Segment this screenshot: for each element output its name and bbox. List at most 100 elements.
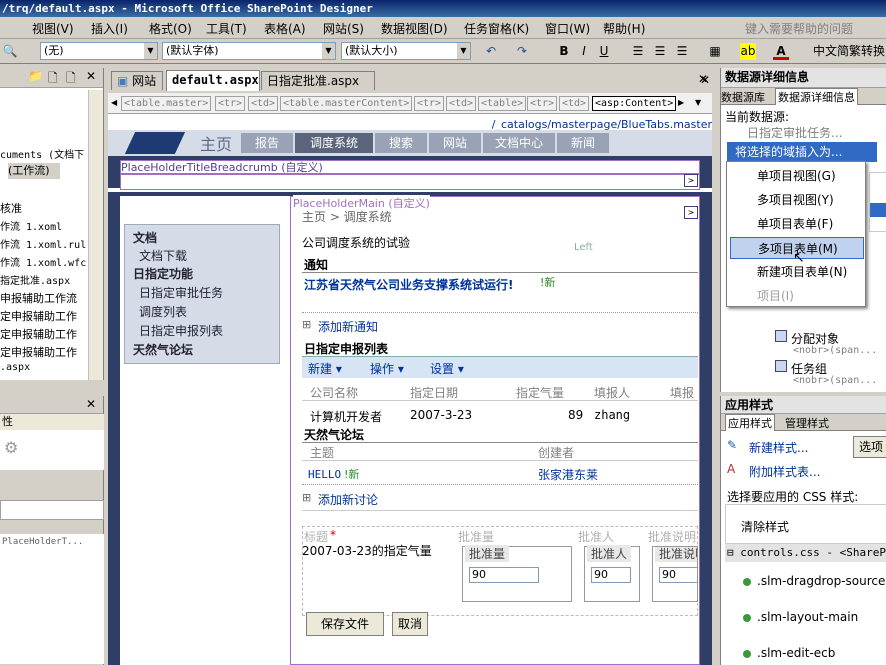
property-value[interactable]: PlaceHolderT... (2, 537, 83, 547)
tag-crumb[interactable]: <td> (446, 96, 477, 111)
property-icon[interactable]: ⚙ (4, 438, 18, 457)
chevron-right-icon[interactable]: > (684, 206, 698, 219)
menu-help[interactable]: 帮助(H) (603, 20, 645, 37)
tag-crumb[interactable]: <tr> (215, 96, 246, 111)
nav-tab-sites[interactable]: 网站 (429, 133, 481, 153)
column-header[interactable]: 填报人 (594, 384, 630, 401)
font-color-icon[interactable]: A (773, 43, 789, 60)
forum-author[interactable]: 张家港东莱 (538, 466, 598, 483)
menu-data-view[interactable]: 数据视图(D) (381, 20, 448, 37)
tree-item[interactable]: 定申报辅助工作 (0, 326, 77, 342)
align-right-icon[interactable]: ☰ (674, 43, 690, 60)
site-home-link[interactable]: 主页 (200, 131, 232, 155)
nav-tab-news[interactable]: 新闻 (557, 133, 609, 153)
settings-menu[interactable]: 设置 ▾ (430, 360, 464, 377)
tab-default-aspx[interactable]: default.aspx (166, 70, 260, 91)
ql-func-header[interactable]: 日指定功能 (133, 265, 193, 282)
menu-view[interactable]: 视图(V) (32, 20, 74, 37)
highlight-icon[interactable]: ab (740, 43, 756, 60)
add-icon[interactable]: ⊞ (302, 491, 311, 504)
ime-convert-button[interactable]: 中文简繁转换 (813, 43, 886, 60)
scroll-left-icon[interactable]: ◀ (111, 98, 117, 107)
tag-crumb-selected[interactable]: <asp:Content> (592, 96, 677, 111)
ql-func-item[interactable]: 日指定申报列表 (139, 322, 223, 339)
ql-docs-item[interactable]: 文档下载 (139, 247, 187, 264)
clear-style-item[interactable]: 清除样式 (741, 518, 789, 535)
current-source-value[interactable]: 日指定审批任务... (747, 124, 842, 141)
new-menu[interactable]: 新建 ▾ (308, 360, 342, 377)
property-field[interactable] (0, 500, 104, 520)
scroll-right-icon[interactable]: ▶ (678, 98, 684, 107)
menu-window[interactable]: 窗口(W) (545, 20, 590, 37)
table-cell[interactable]: 计算机开发者 (310, 408, 382, 425)
breadcrumb-placeholder[interactable]: PlaceHolderTitleBreadcrumb (自定义) (120, 160, 700, 174)
save-button[interactable]: 保存文件 (306, 612, 384, 636)
font-combo[interactable]: (默认字体) ▼ (162, 42, 336, 60)
menu-task-panes[interactable]: 任务窗格(K) (464, 20, 529, 37)
tab-approval-aspx[interactable]: 日指定批准.aspx (261, 71, 375, 90)
column-header[interactable]: 指定日期 (410, 384, 458, 401)
menu-insert[interactable]: 插入(I) (91, 20, 128, 37)
tree-item[interactable]: 申报辅助工作流 (0, 290, 77, 306)
page-icon[interactable]: 🗋 (48, 69, 58, 90)
style-combo[interactable]: (无) ▼ (40, 42, 158, 60)
approval-note-input[interactable]: 90 (659, 567, 697, 583)
page-breadcrumb[interactable]: 主页 > 调度系统 (302, 208, 392, 225)
tab-website[interactable]: ▣ 网站 (111, 71, 163, 90)
tree-item[interactable]: (工作流) (8, 163, 60, 179)
tree-item[interactable]: .aspx (0, 362, 30, 373)
help-search-box[interactable]: 键入需要帮助的问题 (745, 20, 853, 37)
menu-table[interactable]: 表格(A) (264, 20, 306, 37)
column-header[interactable]: 指定气量 (516, 384, 564, 401)
tree-item[interactable]: cuments (文档下 (0, 146, 84, 161)
menu-format[interactable]: 格式(O) (149, 20, 192, 37)
cancel-button[interactable]: 取消 (392, 612, 428, 636)
approver-input[interactable]: 90 (591, 567, 631, 583)
tab-data-source-details[interactable]: 数据源详细信息 (775, 88, 858, 105)
ql-forum-header[interactable]: 天然气论坛 (133, 341, 193, 358)
add-icon[interactable]: ⊞ (302, 318, 311, 331)
close-icon[interactable]: ✕ (86, 69, 96, 83)
tab-manage-styles[interactable]: 管理样式 (785, 415, 829, 431)
bold-button[interactable]: B (556, 43, 572, 60)
properties-tab[interactable]: 性 (0, 414, 104, 430)
nav-tab-search[interactable]: 搜索 (375, 133, 427, 153)
style-item[interactable]: .slm-edit-ecb (743, 646, 835, 660)
tree-item[interactable]: 指定批准.aspx (0, 272, 70, 287)
new-style-link[interactable]: 新建样式... (749, 439, 808, 456)
close-icon[interactable]: ✕ (86, 397, 96, 411)
menu-item-single-item-view[interactable]: 单项目视图(G) (730, 165, 864, 187)
tag-crumb[interactable]: <table.master> (121, 96, 212, 111)
tree-item[interactable]: 作流 1.xoml (0, 218, 62, 233)
folder-icon[interactable]: 📁 (28, 69, 43, 83)
tag-crumb[interactable]: <table.masterContent> (280, 96, 413, 111)
menu-item-single-item-form[interactable]: 单项目表单(F) (730, 213, 864, 235)
nav-tab-reports[interactable]: 报告 (241, 133, 293, 153)
redo-icon[interactable]: ↷ (514, 43, 530, 60)
menu-tools[interactable]: 工具(T) (206, 20, 247, 37)
menu-site[interactable]: 网站(S) (323, 20, 364, 37)
add-notice-link[interactable]: 添加新通知 (318, 318, 378, 335)
italic-button[interactable]: I (576, 43, 592, 60)
options-button[interactable]: 选项 (853, 436, 886, 458)
align-center-icon[interactable]: ☰ (652, 43, 668, 60)
forum-topic[interactable]: HELLO (308, 468, 341, 481)
align-left-icon[interactable]: ☰ (630, 43, 646, 60)
nav-tab-dispatch[interactable]: 调度系统 (295, 133, 373, 153)
column-header[interactable]: 创建者 (538, 444, 574, 461)
tree-item[interactable]: 作流 1.xoml.rul (0, 236, 86, 251)
add-forum-link[interactable]: 添加新讨论 (318, 491, 378, 508)
tab-apply-styles[interactable]: 应用样式 (725, 414, 775, 431)
actions-menu[interactable]: 操作 ▾ (370, 360, 404, 377)
insert-fields-as-button[interactable]: 将选择的域插入为... (727, 142, 877, 162)
chevron-down-icon[interactable]: ▼ (695, 98, 701, 107)
ql-docs-header[interactable]: 文档 (133, 229, 157, 246)
nav-tab-doc-center[interactable]: 文档中心 (483, 133, 555, 153)
style-item[interactable]: .slm-layout-main (743, 610, 858, 624)
ql-func-item[interactable]: 日指定审批任务 (139, 284, 223, 301)
column-header[interactable]: 填报 (670, 384, 694, 401)
ql-func-item[interactable]: 调度列表 (139, 303, 187, 320)
css-file-header[interactable]: ⊟ controls.css - <SharePoi (725, 544, 886, 562)
underline-button[interactable]: U (596, 43, 612, 60)
column-header[interactable]: 公司名称 (310, 384, 358, 401)
